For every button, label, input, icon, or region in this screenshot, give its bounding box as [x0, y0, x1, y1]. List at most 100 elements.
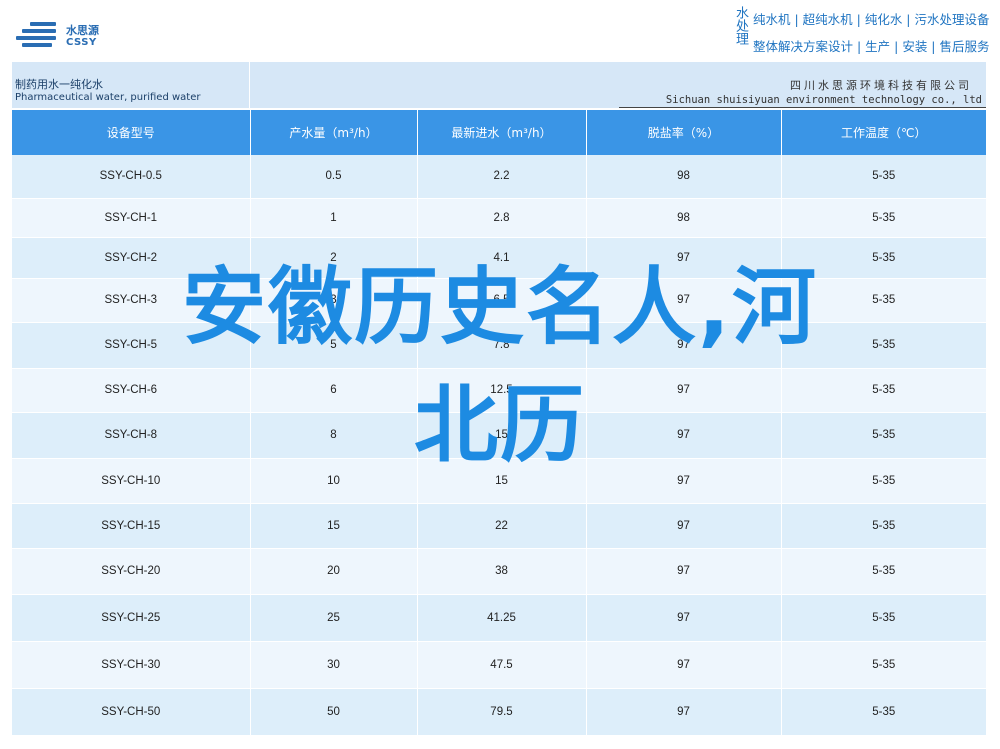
table-cell: 2	[250, 237, 418, 279]
table-row: SSY-CH-8 8 15 97 5-35	[12, 412, 986, 459]
table-row: SSY-CH-10 10 15 97 5-35	[12, 458, 986, 504]
table-cell: 47.5	[417, 641, 587, 689]
table-cell: 97	[586, 458, 782, 504]
table-cell: 3	[250, 278, 418, 323]
table-cell: 15	[417, 412, 587, 459]
table-cell: 97	[586, 688, 782, 736]
table-cell: 5-35	[781, 278, 986, 323]
table-cell: 5-35	[781, 458, 986, 504]
table-cell: 5	[250, 322, 418, 369]
table-cell: SSY-CH-1	[12, 198, 251, 238]
table-row: SSY-CH-5 5 7.8 97 5-35	[12, 322, 986, 369]
table-cell: 97	[586, 237, 782, 279]
table-cell: 22	[417, 503, 587, 549]
table-cell: 30	[250, 641, 418, 689]
table-cell: SSY-CH-10	[12, 458, 251, 504]
table-body: SSY-CH-0.5 0.5 2.2 98 5-35 SSY-CH-1 1 2.8 98 5-35…	[12, 155, 986, 736]
table-row: SSY-CH-0.5 0.5 2.2 98 5-35	[12, 155, 986, 199]
table-cell: 97	[586, 278, 782, 323]
table-cell: 97	[586, 412, 782, 459]
table-cell: 79.5	[417, 688, 587, 736]
table-cell: 10	[250, 458, 418, 504]
title-band: 制药用水一纯化水 Pharmaceutical water, purified …	[12, 62, 986, 108]
table-cell: 20	[250, 548, 418, 595]
table-cell: SSY-CH-6	[12, 368, 251, 413]
table-cell: 97	[586, 503, 782, 549]
table-cell: 5-35	[781, 237, 986, 279]
table-cell: 5-35	[781, 503, 986, 549]
table-cell: SSY-CH-0.5	[12, 155, 251, 199]
company-underline	[619, 107, 986, 108]
logo-mark-icon	[16, 20, 60, 50]
table-cell: SSY-CH-50	[12, 688, 251, 736]
spec-table: 设备型号 产水量（m³/h） 最新进水（m³/h） 脱盐率（%） 工作温度（℃） SSY…	[12, 110, 986, 736]
table-cell: 5-35	[781, 548, 986, 595]
table-cell: 1	[250, 198, 418, 238]
company-name-cn: 四川水思源环境科技有限公司	[790, 79, 972, 92]
table-cell: 97	[586, 322, 782, 369]
table-row: SSY-CH-1 1 2.8 98 5-35	[12, 198, 986, 238]
table-cell: 97	[586, 594, 782, 642]
logo-text-cn: 水思源	[66, 24, 99, 37]
table-cell: 5-35	[781, 412, 986, 459]
table-row: SSY-CH-6 6 12.5 97 5-35	[12, 368, 986, 413]
table-row: SSY-CH-20 20 38 97 5-35	[12, 548, 986, 595]
table-cell: SSY-CH-2	[12, 237, 251, 279]
table-cell: 38	[417, 548, 587, 595]
table-cell: 5-35	[781, 198, 986, 238]
table-cell: 8	[250, 412, 418, 459]
company-name-en: Sichuan shuisiyuan environment technolog…	[665, 94, 982, 106]
table-header-row: 设备型号 产水量（m³/h） 最新进水（m³/h） 脱盐率（%） 工作温度（℃）	[12, 110, 986, 155]
column-header: 脱盐率（%）	[586, 110, 782, 155]
table-row: SSY-CH-50 50 79.5 97 5-35	[12, 688, 986, 736]
table-cell: SSY-CH-20	[12, 548, 251, 595]
table-cell: 12.5	[417, 368, 587, 413]
table-cell: SSY-CH-25	[12, 594, 251, 642]
page-header: 水思源 CSSY 水处理 纯水机 | 超纯水机 | 纯化水 | 污水处理设备 整…	[0, 0, 1000, 62]
table-cell: SSY-CH-5	[12, 322, 251, 369]
table-row: SSY-CH-30 30 47.5 97 5-35	[12, 641, 986, 689]
product-title-block: 制药用水一纯化水 Pharmaceutical water, purified …	[12, 62, 250, 108]
product-title-en: Pharmaceutical water, purified water	[15, 92, 201, 103]
product-line-text: 纯水机 | 超纯水机 | 纯化水 | 污水处理设备	[753, 12, 990, 27]
table-cell: 50	[250, 688, 418, 736]
table-cell: 0.5	[250, 155, 418, 199]
table-cell: 2.8	[417, 198, 587, 238]
table-cell: 4.1	[417, 237, 587, 279]
table-row: SSY-CH-3 3 6.5 97 5-35	[12, 278, 986, 323]
table-cell: 5-35	[781, 594, 986, 642]
logo-text-en: CSSY	[66, 37, 97, 48]
table-cell: SSY-CH-15	[12, 503, 251, 549]
table-cell: 97	[586, 368, 782, 413]
table-cell: 97	[586, 548, 782, 595]
table-cell: 98	[586, 198, 782, 238]
table-cell: 5-35	[781, 322, 986, 369]
table-row: SSY-CH-15 15 22 97 5-35	[12, 503, 986, 549]
column-header: 最新进水（m³/h）	[417, 110, 587, 155]
service-line-text: 整体解决方案设计 | 生产 | 安装 | 售后服务	[753, 39, 990, 54]
table-cell: 97	[586, 641, 782, 689]
table-cell: 6	[250, 368, 418, 413]
table-cell: 2.2	[417, 155, 587, 199]
table-cell: SSY-CH-3	[12, 278, 251, 323]
table-cell: SSY-CH-8	[12, 412, 251, 459]
table-cell: 7.8	[417, 322, 587, 369]
company-logo[interactable]: 水思源 CSSY	[16, 20, 116, 54]
table-cell: 6.5	[417, 278, 587, 323]
table-cell: 41.25	[417, 594, 587, 642]
table-row: SSY-CH-2 2 4.1 97 5-35	[12, 237, 986, 279]
table-cell: 5-35	[781, 641, 986, 689]
vertical-category-tag: 水处理	[733, 6, 748, 45]
table-cell: 25	[250, 594, 418, 642]
column-header: 工作温度（℃）	[781, 110, 986, 155]
table-cell: 15	[417, 458, 587, 504]
table-cell: 15	[250, 503, 418, 549]
table-cell: 5-35	[781, 155, 986, 199]
column-header: 产水量（m³/h）	[250, 110, 418, 155]
table-cell: 98	[586, 155, 782, 199]
table-row: SSY-CH-25 25 41.25 97 5-35	[12, 594, 986, 642]
table-cell: 5-35	[781, 688, 986, 736]
product-title-cn: 制药用水一纯化水	[15, 78, 103, 91]
table-cell: 5-35	[781, 368, 986, 413]
column-header: 设备型号	[12, 110, 251, 155]
